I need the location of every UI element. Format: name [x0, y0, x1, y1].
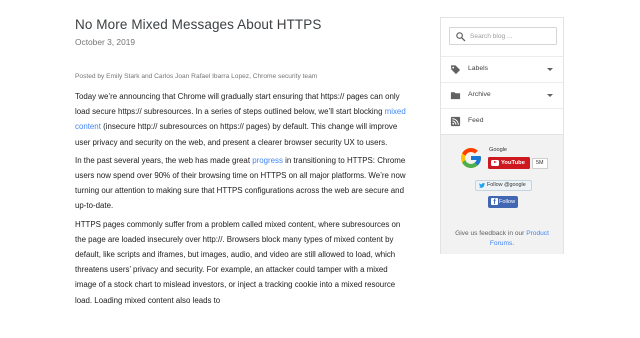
social-panel: Google YouTube 5M Follow @google f Follow… [441, 134, 563, 254]
chevron-down-icon [547, 68, 553, 71]
blog-post: No More Mixed Messages About HTTPS Octob… [75, 16, 410, 308]
twitter-bird-icon [479, 182, 485, 188]
feedback-text: Give us feedback in our Product Forums. [449, 229, 555, 249]
google-name: Google [489, 147, 508, 153]
twitter-follow-button[interactable]: Follow @google [475, 180, 532, 191]
feed-label: Feed [468, 117, 484, 124]
post-date: October 3, 2019 [75, 37, 136, 47]
post-byline: Posted by Emily Stark and Carlos Joan Ra… [75, 73, 318, 80]
label-tag-icon [450, 65, 461, 75]
search-input[interactable] [470, 30, 554, 43]
sidebar: Labels Archive Feed Google YouTube 5M Fo… [440, 17, 564, 254]
youtube-play-icon [491, 160, 499, 166]
progress-link[interactable]: progress [252, 156, 283, 165]
youtube-subscribe-button[interactable]: YouTube [488, 157, 530, 169]
post-title[interactable]: No More Mixed Messages About HTTPS [75, 16, 410, 34]
search-box[interactable] [449, 27, 557, 45]
feedback-text-b: . [512, 240, 515, 247]
chevron-down-icon [547, 94, 553, 97]
archive-label: Archive [468, 91, 491, 98]
paragraph-2-text-a: In the past several years, the web has m… [75, 155, 253, 165]
paragraph-1-text-b: (insecure http:// subresources on https:… [75, 122, 398, 147]
archive-dropdown[interactable]: Archive [441, 82, 563, 108]
paragraph-2: In the past several years, the web has m… [75, 153, 410, 214]
search-icon[interactable] [455, 31, 466, 42]
google-logo-icon[interactable] [459, 146, 483, 170]
paragraph-3: HTTPS pages commonly suffer from a probl… [75, 219, 401, 305]
labels-label: Labels [468, 65, 489, 72]
labels-dropdown[interactable]: Labels [441, 56, 563, 82]
facebook-follow-button[interactable]: f Follow [488, 196, 518, 208]
paragraph-1: Today we’re announcing that Chrome will … [75, 89, 410, 150]
folder-icon [450, 92, 461, 100]
twitter-label: Follow @google [487, 182, 526, 188]
feed-link[interactable]: Feed [441, 108, 563, 134]
rss-feed-icon [450, 116, 461, 127]
facebook-icon: f [491, 198, 498, 206]
youtube-label: YouTube [501, 160, 525, 166]
facebook-label: Follow [499, 199, 516, 205]
paragraph-1-text-a: Today we’re announcing that Chrome will … [75, 92, 400, 117]
feedback-text-a: Give us feedback in our [455, 230, 527, 237]
youtube-subscriber-count: 5M [532, 158, 548, 169]
